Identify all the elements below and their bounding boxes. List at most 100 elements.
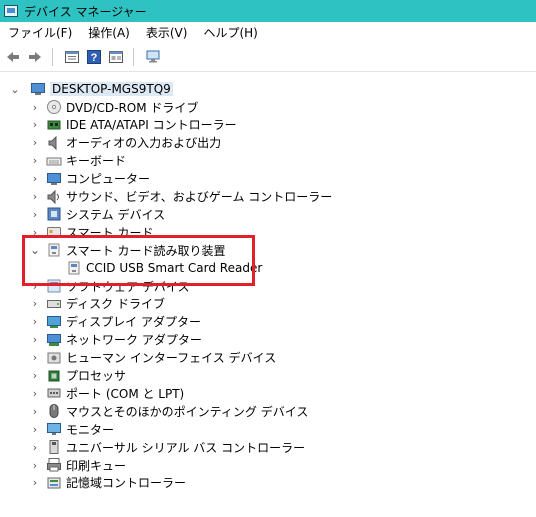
- tree-category-label: ポート (COM と LPT): [66, 386, 185, 401]
- smart-card-reader-icon: [66, 260, 82, 276]
- expand-chevron-icon[interactable]: ›: [30, 351, 40, 364]
- tree-device-item[interactable]: CCID USB Smart Card Reader: [66, 259, 262, 277]
- properties-icon: [65, 50, 79, 63]
- scan-hardware-button[interactable]: [144, 48, 162, 66]
- tree-category-label: プロセッサ: [66, 369, 127, 383]
- expand-chevron-icon[interactable]: ›: [30, 405, 40, 418]
- tree-category-computer[interactable]: › コンピューター: [30, 170, 150, 188]
- tree-category-audio[interactable]: › オーディオの入力および出力: [30, 134, 221, 152]
- mouse-icon: [46, 403, 62, 419]
- menu-view[interactable]: 表示(V): [138, 24, 196, 41]
- expand-chevron-icon[interactable]: ›: [30, 136, 40, 149]
- forward-icon: [29, 51, 41, 62]
- tree-category-disk-drive[interactable]: › ディスク ドライブ: [30, 295, 165, 313]
- expand-chevron-icon[interactable]: ›: [30, 154, 40, 167]
- expand-chevron-icon[interactable]: ›: [30, 297, 40, 310]
- expand-chevron-icon[interactable]: ›: [30, 441, 40, 454]
- tree-category-label: オーディオの入力および出力: [66, 136, 222, 151]
- expand-chevron-icon[interactable]: ›: [30, 101, 40, 114]
- expand-chevron-icon[interactable]: ›: [30, 387, 40, 400]
- scan-hardware-icon: [146, 50, 160, 62]
- help-button[interactable]: ?: [85, 48, 103, 66]
- tree-category-keyboard[interactable]: › キーボード: [30, 152, 126, 170]
- menu-help[interactable]: ヘルプ(H): [195, 24, 265, 41]
- port-icon: [46, 385, 62, 401]
- properties-button[interactable]: [63, 48, 81, 66]
- display-adapter-icon: [46, 314, 62, 330]
- tree-category-software-device[interactable]: › ソフトウェア デバイス: [30, 277, 189, 295]
- menu-action[interactable]: 操作(A): [80, 24, 138, 41]
- sound-icon: [46, 189, 62, 205]
- tree-category-dvd-drive[interactable]: › DVD/CD-ROM ドライブ: [30, 98, 198, 116]
- window-title: デバイス マネージャー: [24, 4, 147, 19]
- tree-category-port[interactable]: › ポート (COM と LPT): [30, 384, 184, 402]
- tree-category-label: マウスとそのほかのポインティング デバイス: [66, 404, 309, 419]
- back-button[interactable]: [4, 48, 22, 66]
- tree-category-label: ネットワーク アダプター: [66, 333, 202, 348]
- view-button[interactable]: [107, 48, 125, 66]
- dvd-drive-icon: [46, 99, 62, 115]
- device-manager-icon: [4, 5, 18, 17]
- disk-drive-icon: [46, 296, 62, 312]
- root-label: DESKTOP-MGS9TQ9: [50, 82, 173, 96]
- expand-chevron-icon[interactable]: ›: [30, 190, 40, 203]
- tree-category-usb[interactable]: › ユニバーサル シリアル バス コントローラー: [30, 438, 305, 456]
- expand-chevron-icon[interactable]: ›: [30, 280, 40, 293]
- tree-category-display-adapter[interactable]: › ディスプレイ アダプター: [30, 313, 201, 331]
- tree-category-mouse[interactable]: › マウスとそのほかのポインティング デバイス: [30, 402, 308, 420]
- keyboard-icon: [46, 153, 62, 169]
- tree-category-monitor[interactable]: › モニター: [30, 420, 114, 438]
- expand-chevron-icon[interactable]: ›: [30, 333, 40, 346]
- tree-category-label: ディスプレイ アダプター: [66, 315, 201, 330]
- tree-category-smart-card-reader[interactable]: ⌄ スマート カード読み取り装置: [30, 241, 226, 259]
- computer-icon: [30, 81, 46, 97]
- tree-root[interactable]: ⌄ DESKTOP-MGS9TQ9: [10, 80, 173, 98]
- tree-category-ide-controller[interactable]: › IDE ATA/ATAPI コントローラー: [30, 116, 237, 134]
- tree-category-label: ソフトウェア デバイス: [66, 279, 190, 294]
- menu-file[interactable]: ファイル(F): [0, 24, 80, 41]
- expand-chevron-icon[interactable]: ›: [30, 315, 40, 328]
- tree-device-label: CCID USB Smart Card Reader: [86, 261, 263, 276]
- tree-category-label: サウンド、ビデオ、およびゲーム コントローラー: [66, 190, 333, 204]
- tree-category-storage-controller[interactable]: › 記憶域コントローラー: [30, 474, 186, 492]
- collapse-chevron-icon[interactable]: ⌄: [30, 243, 40, 257]
- tree-category-hid[interactable]: › ヒューマン インターフェイス デバイス: [30, 349, 276, 367]
- smart-card-icon: [46, 224, 62, 240]
- tree-category-print-queue[interactable]: › 印刷キュー: [30, 456, 126, 474]
- collapse-chevron-icon[interactable]: ⌄: [10, 83, 20, 96]
- network-adapter-icon: [46, 332, 62, 348]
- tree-category-label: コンピューター: [66, 172, 151, 187]
- system-device-icon: [46, 206, 62, 222]
- toolbar-separator: [52, 47, 53, 66]
- smart-card-reader-icon: [46, 242, 62, 258]
- menu-bar: ファイル(F) 操作(A) 表示(V) ヘルプ(H): [0, 22, 536, 42]
- expand-chevron-icon[interactable]: ›: [30, 423, 40, 436]
- tree-category-network-adapter[interactable]: › ネットワーク アダプター: [30, 331, 202, 349]
- tree-category-sound[interactable]: › サウンド、ビデオ、およびゲーム コントローラー: [30, 188, 332, 206]
- expand-chevron-icon[interactable]: ›: [30, 226, 40, 239]
- tree-category-label: 記憶域コントローラー: [66, 476, 187, 491]
- processor-icon: [46, 368, 62, 384]
- tree-category-processor[interactable]: › プロセッサ: [30, 367, 126, 385]
- tree-category-label: モニター: [66, 422, 115, 437]
- help-icon: ?: [87, 49, 101, 64]
- forward-button[interactable]: [26, 48, 44, 66]
- expand-chevron-icon[interactable]: ›: [30, 459, 40, 472]
- toolbar: ?: [0, 42, 536, 72]
- view-icon: [109, 50, 123, 63]
- software-device-icon: [46, 278, 62, 294]
- back-icon: [7, 51, 19, 62]
- monitor-icon: [46, 421, 62, 437]
- audio-icon: [46, 135, 62, 151]
- tree-category-label: ディスク ドライブ: [66, 297, 165, 312]
- expand-chevron-icon[interactable]: ›: [30, 476, 40, 489]
- storage-controller-icon: [46, 475, 62, 491]
- expand-chevron-icon[interactable]: ›: [30, 208, 40, 221]
- expand-chevron-icon[interactable]: ›: [30, 172, 40, 185]
- expand-chevron-icon[interactable]: ›: [30, 369, 40, 382]
- tree-category-label: スマート カード読み取り装置: [66, 243, 226, 258]
- tree-category-smart-card[interactable]: › スマート カード: [30, 223, 154, 241]
- print-queue-icon: [46, 457, 62, 473]
- expand-chevron-icon[interactable]: ›: [30, 118, 40, 131]
- tree-category-system-device[interactable]: › システム デバイス: [30, 205, 165, 223]
